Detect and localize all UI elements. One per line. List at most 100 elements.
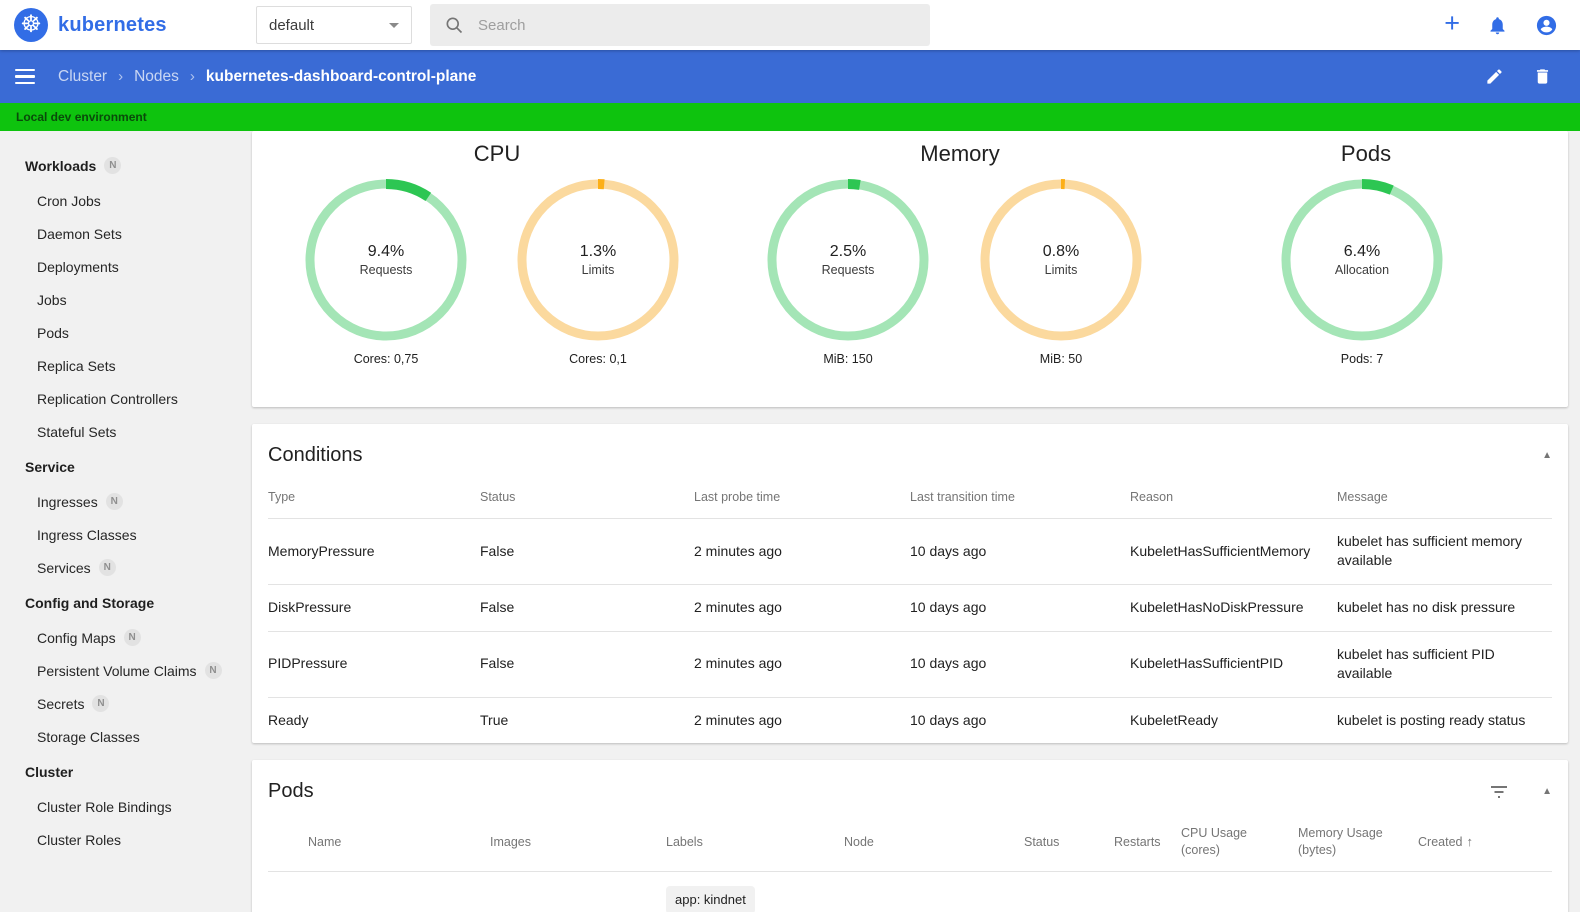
column-header[interactable]: Node — [844, 809, 1024, 871]
column-header-label: Status — [1024, 834, 1060, 849]
gauge-group-title-pods: Pods — [1340, 141, 1392, 166]
cell-status — [268, 872, 308, 912]
breadcrumb-link-cluster[interactable]: Cluster — [58, 68, 107, 86]
column-header[interactable]: Memory Usage (bytes) — [1298, 809, 1418, 871]
sort-ascending-icon: ↑ — [1466, 834, 1473, 850]
namespace-select[interactable]: default — [256, 6, 412, 44]
kubernetes-logo-icon: ☸ — [14, 8, 48, 42]
sidebar-item-config-maps[interactable]: Config Maps N — [0, 621, 248, 654]
sidebar-item-pods[interactable]: Pods — [0, 316, 248, 349]
donut-chart: 9.4% Requests — [303, 177, 469, 343]
column-header[interactable]: Images — [490, 809, 666, 871]
sidebar-item-label: Storage Classes — [37, 728, 140, 745]
cell: MemoryPressure — [268, 542, 375, 559]
column-header-label: Memory Usage (bytes) — [1298, 826, 1383, 858]
notifications-icon[interactable] — [1487, 15, 1508, 36]
sidebar-item-jobs[interactable]: Jobs — [0, 283, 248, 316]
sidebar-section-label: Service — [25, 459, 75, 475]
table-row: DiskPressure False 2 minutes ago 10 days ag… — [268, 584, 1552, 632]
sidebar-item-ingresses[interactable]: Ingresses N — [0, 485, 248, 518]
sidebar-item-ingress-classes[interactable]: Ingress Classes — [0, 518, 248, 551]
gauge-caption: MiB: 50 — [1039, 352, 1083, 366]
search-icon — [446, 17, 463, 34]
column-header[interactable]: CPU Usage (cores) — [1181, 809, 1298, 871]
gauge-label: Requests — [359, 263, 413, 277]
sidebar-section-config-and-storage[interactable]: Config and Storage — [0, 584, 248, 621]
cell-menu: ⋮ — [1528, 872, 1552, 912]
cell: False — [480, 542, 515, 559]
sidebar-item-storage-classes[interactable]: Storage Classes — [0, 720, 248, 753]
table-row: kindnet-fmj8ddocker.io/kindest/kindnetd:… — [268, 871, 1552, 912]
add-icon[interactable]: + — [1444, 10, 1460, 37]
column-header-label: Restarts — [1114, 834, 1161, 849]
sidebar-section-workloads[interactable]: Workloads N — [0, 146, 248, 184]
cell-restarts: 5 — [1114, 872, 1181, 912]
column-header[interactable]: Last probe time — [694, 473, 910, 518]
new-badge: N — [98, 559, 116, 576]
cell: 10 days ago — [910, 711, 987, 728]
sidebar-item-services[interactable]: Services N — [0, 551, 248, 584]
column-header-label: Created — [1418, 835, 1463, 850]
sidebar-item-persistent-volume-claims[interactable]: Persistent Volume Claims N — [0, 654, 248, 687]
brand[interactable]: ☸ kubernetes — [14, 0, 167, 50]
sidebar-item-label: Config Maps — [37, 629, 116, 646]
sidebar-item-cluster-roles[interactable]: Cluster Roles — [0, 823, 248, 856]
gauge-memory-requests: 2.5% Requests MiB: 150 — [765, 177, 931, 366]
sidebar-item-cron-jobs[interactable]: Cron Jobs — [0, 184, 248, 217]
donut-chart: 0.8% Limits — [978, 177, 1144, 343]
pods-card: Pods ▲ Name Images Labels Node Status Re… — [252, 760, 1568, 912]
new-badge: N — [92, 695, 110, 712]
menu-icon[interactable] — [15, 68, 35, 85]
page-actions — [1485, 67, 1552, 86]
column-header[interactable]: Reason — [1130, 473, 1337, 518]
column-header[interactable]: Last transition time — [910, 473, 1130, 518]
account-icon[interactable] — [1535, 14, 1558, 37]
sidebar-item-deployments[interactable]: Deployments — [0, 250, 248, 283]
column-header[interactable]: Name — [308, 809, 490, 871]
sidebar-item-label: Daemon Sets — [37, 225, 122, 242]
sidebar-section-cluster[interactable]: Cluster — [0, 753, 248, 790]
collapse-icon[interactable]: ▲ — [1542, 786, 1552, 797]
sidebar-item-secrets[interactable]: Secrets N — [0, 687, 248, 720]
sidebar: Workloads N Cron Jobs Daemon Sets Deployment… — [0, 131, 248, 912]
column-header[interactable]: Message — [1337, 473, 1552, 518]
column-header-label: CPU Usage (cores) — [1181, 826, 1247, 858]
sidebar-section-service[interactable]: Service — [0, 448, 248, 485]
sidebar-item-label: Replica Sets — [37, 357, 116, 374]
gauge-center-text: 9.4% Requests — [303, 243, 469, 277]
sidebar-item-stateful-sets[interactable]: Stateful Sets — [0, 415, 248, 448]
gauge-caption: Pods: 7 — [1340, 352, 1384, 366]
column-header-menu — [1528, 809, 1552, 871]
gauge-memory-limits: 0.8% Limits MiB: 50 — [978, 177, 1144, 366]
filter-icon[interactable] — [1490, 785, 1508, 799]
search-input[interactable] — [478, 16, 916, 34]
column-header[interactable]: Created ↑ — [1418, 809, 1528, 871]
sidebar-item-replication-controllers[interactable]: Replication Controllers — [0, 382, 248, 415]
column-header[interactable]: Labels — [666, 809, 844, 871]
cell: KubeletHasNoDiskPressure — [1130, 599, 1304, 616]
breadcrumb-link-nodes[interactable]: Nodes — [134, 68, 179, 86]
column-header[interactable]: Type — [268, 473, 480, 518]
gauge-cpu-requests: 9.4% Requests Cores: 0,75 — [303, 177, 469, 366]
sidebar-item-cluster-role-bindings[interactable]: Cluster Role Bindings — [0, 790, 248, 823]
gauge-center-text: 6.4% Allocation — [1279, 243, 1445, 277]
sidebar-item-replica-sets[interactable]: Replica Sets — [0, 349, 248, 382]
search-box[interactable] — [430, 4, 930, 46]
delete-icon[interactable] — [1533, 67, 1552, 86]
cell: 2 minutes ago — [694, 711, 782, 728]
collapse-icon[interactable]: ▲ — [1542, 450, 1552, 461]
column-header[interactable]: Status — [480, 473, 694, 518]
gauge-percent: 6.4% — [1343, 243, 1381, 260]
sidebar-item-label: Ingress Classes — [37, 526, 137, 543]
edit-icon[interactable] — [1485, 67, 1504, 86]
cell: DiskPressure — [268, 599, 352, 616]
gauge-group-title-memory: Memory — [920, 141, 1000, 166]
conditions-title: Conditions — [268, 444, 363, 466]
cell: 2 minutes ago — [694, 599, 782, 616]
pods-header: Pods ▲ — [252, 760, 1568, 809]
gauge-pods-allocation: 6.4% Allocation Pods: 7 — [1279, 177, 1445, 366]
column-header[interactable]: Restarts — [1114, 809, 1181, 871]
sidebar-item-daemon-sets[interactable]: Daemon Sets — [0, 217, 248, 250]
label-chip: app: kindnet — [666, 886, 755, 912]
column-header[interactable]: Status — [1024, 809, 1114, 871]
